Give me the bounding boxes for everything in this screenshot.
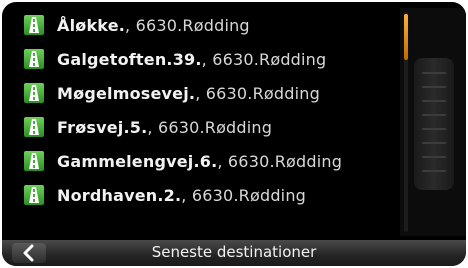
destination-text: Frøsvej.5., 6630.Rødding xyxy=(57,117,273,137)
road-icon xyxy=(24,15,44,35)
destination-row[interactable]: Møgelmosevej., 6630.Rødding xyxy=(2,76,397,110)
road-icon xyxy=(24,185,44,205)
scroll-thumb[interactable] xyxy=(404,14,408,60)
destination-text: Nordhaven.2., 6630.Rødding xyxy=(57,185,307,205)
destination-row[interactable]: Nordhaven.2., 6630.Rødding xyxy=(2,178,397,212)
destination-text: Møgelmosevej., 6630.Rødding xyxy=(57,83,320,103)
bottom-bar: Seneste destinationer xyxy=(2,240,466,266)
scroll-grip[interactable] xyxy=(414,58,454,190)
road-icon xyxy=(24,83,44,103)
scrollbar[interactable] xyxy=(400,8,466,236)
destination-row[interactable]: Galgetoften.39., 6630.Rødding xyxy=(2,42,397,76)
page-title: Seneste destinationer xyxy=(151,243,317,261)
destination-row[interactable]: Gammelengvej.6., 6630.Rødding xyxy=(2,144,397,178)
road-icon xyxy=(24,49,44,69)
road-icon xyxy=(24,151,44,171)
destination-row[interactable]: Frøsvej.5., 6630.Rødding xyxy=(2,110,397,144)
destination-text: Gammelengvej.6., 6630.Rødding xyxy=(57,151,343,171)
destination-row[interactable]: Åløkke., 6630.Rødding xyxy=(2,8,397,42)
destination-text: Galgetoften.39., 6630.Rødding xyxy=(57,49,327,69)
road-icon xyxy=(24,117,44,137)
destination-text: Åløkke., 6630.Rødding xyxy=(57,15,250,35)
destination-screen: Åløkke., 6630.Rødding Galgetoften.39., 6… xyxy=(2,2,466,266)
